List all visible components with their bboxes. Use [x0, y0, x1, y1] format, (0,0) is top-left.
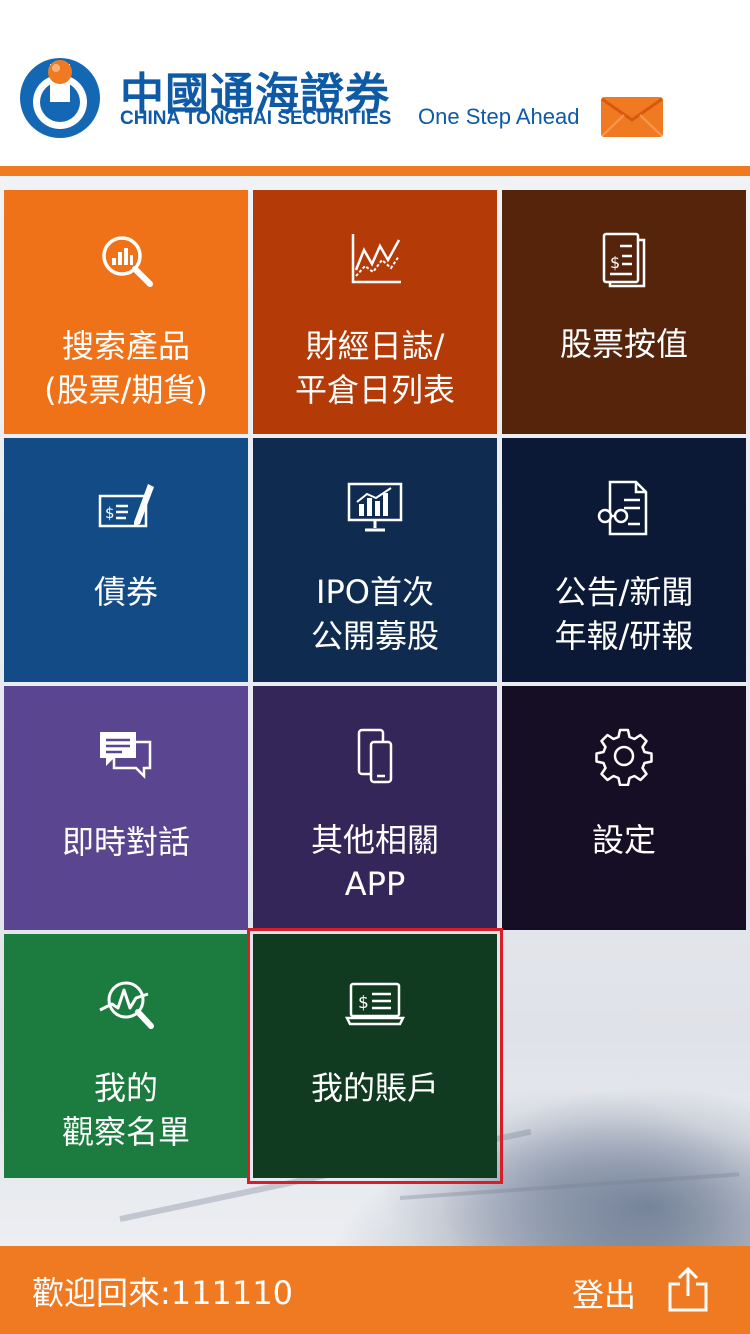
tile-label: 債券 [93, 573, 158, 611]
tile-label: 財經日誌/ 平倉日列表 [294, 327, 455, 409]
tile-my-account[interactable]: $ 我的賬戶 [247, 928, 503, 1184]
svg-text:$: $ [358, 993, 369, 1013]
mobile-devices-icon [357, 728, 393, 784]
tile-label: 其他相關 APP [310, 821, 439, 903]
tile-stock-margin[interactable]: $ 股票按值 [502, 190, 746, 434]
tile-live-chat[interactable]: 即時對話 [4, 686, 248, 930]
chat-bubbles-icon [100, 732, 152, 780]
mail-icon[interactable] [600, 96, 664, 138]
share-icon[interactable] [666, 1266, 710, 1314]
document-glasses-icon [597, 480, 648, 536]
dollar-document-icon: $ [602, 232, 646, 288]
svg-text:$: $ [610, 253, 620, 272]
search-chart-icon [102, 236, 153, 287]
tile-label: 公告/新聞 年報/研報 [554, 573, 694, 655]
logout-button[interactable]: 登出 [572, 1270, 636, 1316]
line-chart-icon [351, 234, 401, 284]
svg-text:$: $ [105, 504, 115, 522]
header-divider [0, 166, 750, 176]
monitor-chart-icon [347, 482, 403, 532]
bottom-bar: 歡迎回來:111110 登出 [0, 1246, 750, 1334]
tile-financial-calendar[interactable]: 財經日誌/ 平倉日列表 [253, 190, 497, 434]
brand-tagline: One Step Ahead [418, 104, 580, 129]
tile-label: 設定 [591, 821, 656, 859]
tile-watchlist[interactable]: 我的 觀察名單 [4, 934, 248, 1178]
tile-label: 股票按值 [559, 325, 688, 363]
welcome-message: 歡迎回來:111110 [32, 1274, 293, 1312]
tile-settings[interactable]: 設定 [502, 686, 746, 930]
laptop-dollar-icon: $ [345, 982, 405, 1026]
tile-search-products[interactable]: 搜索產品 (股票/期貨) [4, 190, 248, 434]
tile-related-apps[interactable]: 其他相關 APP [253, 686, 497, 930]
gear-icon [595, 728, 653, 786]
tile-label: 搜索產品 (股票/期貨) [44, 327, 208, 409]
tile-ipo[interactable]: IPO首次 公開募股 [253, 438, 497, 682]
tile-label: IPO首次 公開募股 [310, 573, 439, 655]
cheque-pen-icon: $ [98, 484, 154, 528]
tile-announcements[interactable]: 公告/新聞 年報/研報 [502, 438, 746, 682]
app-header: 中國通海證券 CHINA TONGHAI SECURITIES One Step… [0, 0, 750, 166]
watchlist-icon [99, 981, 154, 1029]
brand-logo-icon [20, 58, 100, 138]
tile-bonds[interactable]: $ 債券 [4, 438, 248, 682]
brand-name-en: CHINA TONGHAI SECURITIES [120, 108, 392, 129]
tile-label: 即時對話 [61, 823, 190, 861]
tile-label: 我的 觀察名單 [61, 1069, 190, 1151]
tile-label: 我的賬戶 [310, 1069, 439, 1107]
